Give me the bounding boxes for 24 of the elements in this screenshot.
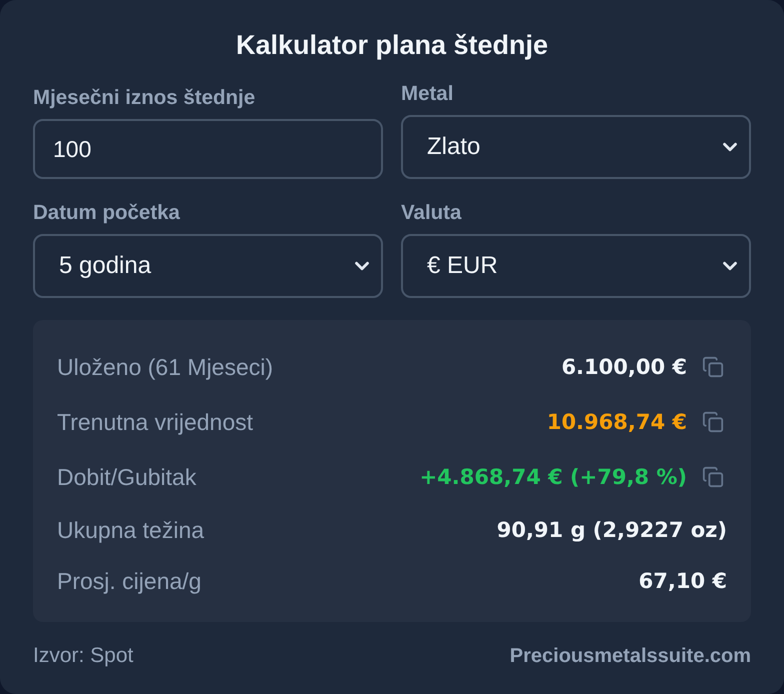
result-value: 67,10 € (638, 569, 727, 593)
copy-icon (702, 411, 724, 433)
dropdown-select[interactable]: Zlato (401, 115, 751, 179)
source-text: Izvor: Spot (33, 644, 134, 668)
dropdown-select[interactable]: 5 godina (33, 234, 383, 298)
website-link[interactable]: Preciousmetalssuite.com (510, 644, 751, 668)
result-value: +4.868,74 € (+79,8 %) (420, 465, 687, 489)
field-label: Mjesečni iznos štednje (33, 86, 256, 110)
field-label: Valuta (401, 201, 462, 225)
result-label: Dobit/Gubitak (57, 464, 196, 490)
result-label: Uloženo (61 Mjeseci) (57, 354, 274, 380)
copy-icon (702, 466, 724, 488)
field-label: Metal (401, 82, 454, 106)
amount-input-field[interactable]: 100 (33, 119, 383, 179)
dropdown-select[interactable]: € EUR (401, 234, 751, 298)
result-value: 90,91 g (2,9227 oz) (496, 518, 727, 542)
result-label: Trenutna vrijednost (57, 408, 254, 436)
result-label: Ukupna težina (57, 516, 204, 544)
result-value: 10.968,74 € (546, 410, 687, 434)
field-label: Datum početka (33, 201, 180, 225)
result-value: 6.100,00 € (561, 355, 687, 379)
copy-icon (702, 356, 724, 378)
result-label: Prosj. cijena/g (57, 568, 202, 594)
calculator-title: Kalkulator plana štednje (236, 29, 548, 61)
